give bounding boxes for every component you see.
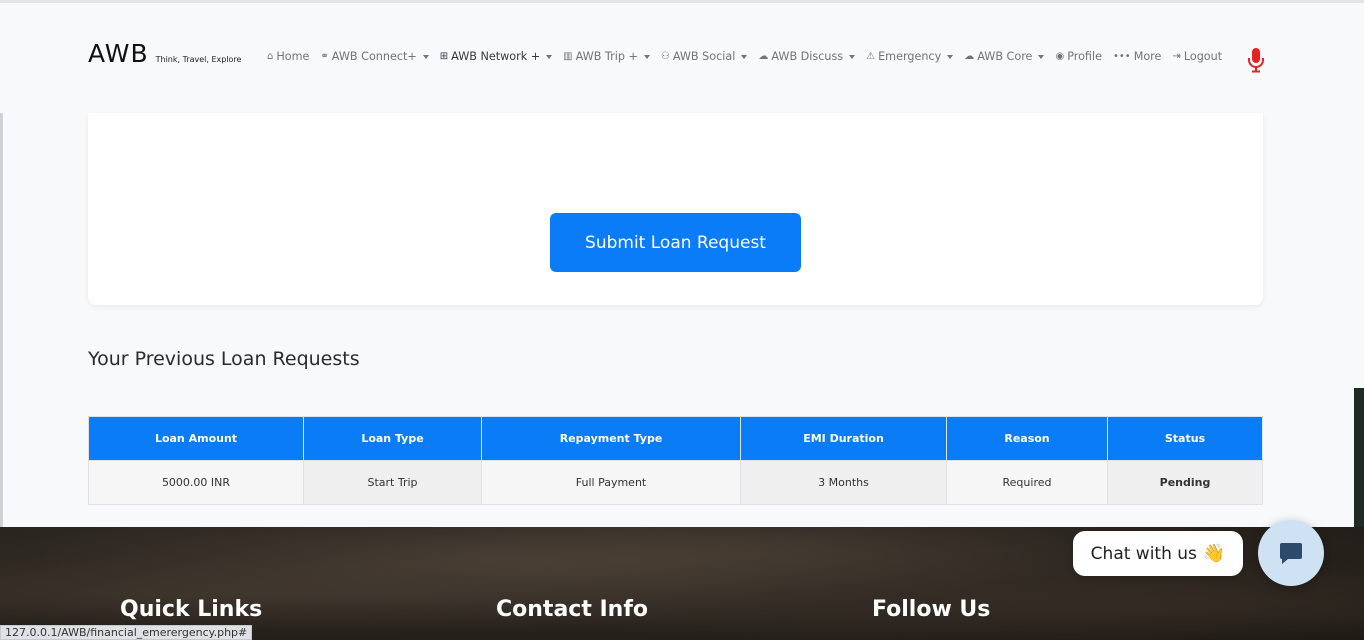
page-edge-left bbox=[0, 113, 3, 527]
footer-follow-us-heading: Follow Us bbox=[872, 597, 991, 622]
nav-item-label: AWB Core bbox=[977, 50, 1033, 63]
nav-item-more[interactable]: ••• More bbox=[1113, 50, 1161, 63]
previous-loans-title: Your Previous Loan Requests bbox=[88, 348, 360, 370]
microphone-icon[interactable] bbox=[1247, 47, 1265, 73]
nav-item-label: AWB Trip + bbox=[575, 50, 638, 63]
footer-quick-links-heading: Quick Links bbox=[120, 597, 263, 622]
page-edge-right bbox=[1354, 388, 1364, 527]
nav-item-awb-discuss[interactable]: ☁ AWB Discuss bbox=[758, 50, 856, 63]
caret-down-icon bbox=[643, 54, 650, 59]
nav-item-awb-trip[interactable]: ▥ AWB Trip + bbox=[563, 50, 650, 63]
table-header-row: Loan Amount Loan Type Repayment Type EMI… bbox=[88, 416, 1263, 461]
caret-down-icon bbox=[546, 54, 553, 59]
nav-item-label: Emergency bbox=[878, 50, 942, 63]
sitemap-icon: ⊞ bbox=[439, 51, 449, 62]
nav-item-home[interactable]: ⌂ Home bbox=[267, 50, 309, 63]
chat-with-us-bubble[interactable]: Chat with us 👋 bbox=[1073, 531, 1243, 576]
navbar: AWB Think, Travel, Explore ⌂ Home ⚭ AWB Con… bbox=[0, 3, 1364, 113]
caret-down-icon bbox=[1038, 54, 1045, 59]
nav-item-label: AWB Connect+ bbox=[331, 50, 417, 63]
loan-form-card: Submit Loan Request bbox=[88, 113, 1263, 305]
user-circle-icon: ◉ bbox=[1055, 51, 1065, 62]
emi-duration-cell: 3 Months bbox=[740, 460, 947, 505]
users-icon: ⚇ bbox=[660, 51, 670, 62]
link-icon: ⚭ bbox=[320, 51, 329, 62]
brand-name: AWB bbox=[88, 39, 149, 68]
nav-item-logout[interactable]: ⇥ Logout bbox=[1172, 50, 1222, 63]
nav-item-awb-network[interactable]: ⊞ AWB Network + bbox=[439, 50, 553, 63]
chat-icon bbox=[1280, 543, 1302, 564]
nav-item-awb-core[interactable]: ☁ AWB Core bbox=[964, 50, 1045, 63]
repayment-type-cell: Full Payment bbox=[481, 460, 741, 505]
column-header: Reason bbox=[946, 416, 1108, 461]
map-icon: ▥ bbox=[563, 51, 573, 62]
comments-icon: ☁ bbox=[964, 51, 975, 62]
nav-item-emergency[interactable]: ⚠ Emergency bbox=[866, 50, 954, 63]
nav-item-label: Logout bbox=[1183, 50, 1223, 63]
warning-icon: ⚠ bbox=[866, 51, 876, 62]
column-header: Status bbox=[1107, 416, 1263, 461]
nav-item-label: AWB Network + bbox=[451, 50, 541, 63]
footer-contact-info-heading: Contact Info bbox=[496, 597, 649, 622]
loan-amount-cell: 5000.00 INR bbox=[88, 460, 304, 505]
nav-item-profile[interactable]: ◉ Profile bbox=[1055, 50, 1102, 63]
waving-hand-icon: 👋 bbox=[1202, 543, 1226, 564]
nav-item-label: Profile bbox=[1067, 50, 1102, 63]
brand[interactable]: AWB Think, Travel, Explore bbox=[88, 39, 241, 68]
browser-status-url: 127.0.0.1/AWB/financial_emerergency.php# bbox=[0, 625, 253, 640]
ellipsis-icon: ••• bbox=[1112, 51, 1131, 62]
reason-cell: Required bbox=[946, 460, 1108, 505]
column-header: Repayment Type bbox=[481, 416, 741, 461]
nav-item-awb-social[interactable]: ⚇ AWB Social bbox=[660, 50, 748, 63]
previous-loans-table: Loan Amount Loan Type Repayment Type EMI… bbox=[88, 416, 1263, 505]
column-header: Loan Type bbox=[303, 416, 482, 461]
loan-type-cell: Start Trip bbox=[303, 460, 482, 505]
chat-launcher-button[interactable] bbox=[1258, 520, 1324, 586]
brand-tagline: Think, Travel, Explore bbox=[155, 55, 242, 64]
main-nav: ⌂ Home ⚭ AWB Connect+ ⊞ AWB Network + ▥ AWB Tri… bbox=[267, 50, 1233, 63]
logout-icon: ⇥ bbox=[1172, 51, 1181, 62]
home-icon: ⌂ bbox=[267, 51, 274, 62]
caret-down-icon bbox=[422, 54, 429, 59]
nav-item-awb-connect[interactable]: ⚭ AWB Connect+ bbox=[320, 50, 429, 63]
column-header: Loan Amount bbox=[88, 416, 304, 461]
chat-label: Chat with us bbox=[1090, 543, 1197, 564]
caret-down-icon bbox=[741, 54, 748, 59]
nav-item-label: AWB Discuss bbox=[771, 50, 844, 63]
table-row: 5000.00 INR Start Trip Full Payment 3 Mo… bbox=[88, 460, 1263, 505]
comments-icon: ☁ bbox=[758, 51, 769, 62]
caret-down-icon bbox=[947, 54, 954, 59]
submit-loan-request-button[interactable]: Submit Loan Request bbox=[550, 213, 801, 272]
status-badge: Pending bbox=[1107, 460, 1263, 505]
nav-item-label: Home bbox=[276, 50, 310, 63]
nav-item-label: AWB Social bbox=[672, 50, 736, 63]
caret-down-icon bbox=[849, 54, 856, 59]
nav-item-label: More bbox=[1133, 50, 1162, 63]
column-header: EMI Duration bbox=[740, 416, 947, 461]
